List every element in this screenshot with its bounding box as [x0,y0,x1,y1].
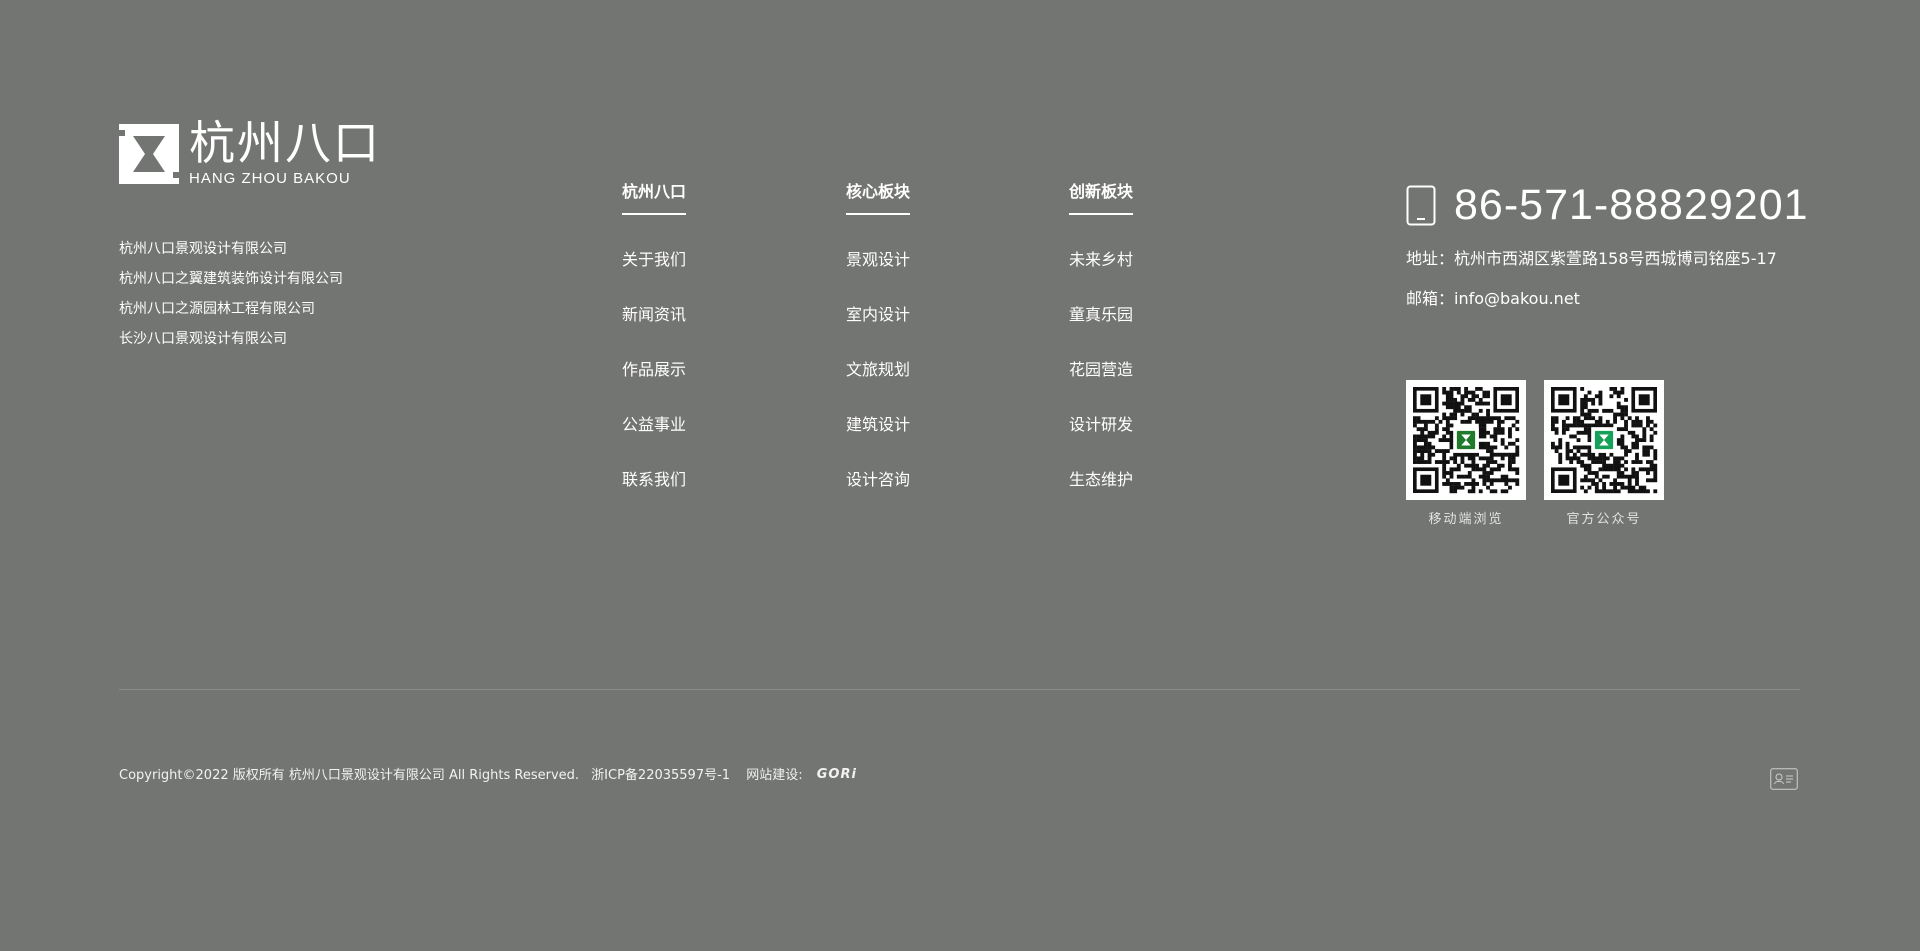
nav-link-about[interactable]: 关于我们 [604,232,704,287]
hourglass-logo-icon [119,124,179,184]
nav-link-landscape-design[interactable]: 景观设计 [828,232,928,287]
nav-list: 未来乡村 童真乐园 花园营造 设计研发 生态维护 [1051,232,1151,507]
nav-column-hangzhou-bakou: 杭州八口 关于我们 新闻资讯 作品展示 公益事业 联系我们 [604,180,704,507]
address-text: 地址：杭州市西湖区紫萱路158号西城博司铭座5-17 [1406,249,1777,268]
nav-link-tourism-planning[interactable]: 文旅规划 [828,342,928,397]
nav-list: 关于我们 新闻资讯 作品展示 公益事业 联系我们 [604,232,704,507]
mobile-phone-icon [1406,185,1436,226]
company-item: 长沙八口景观设计有限公司 [119,331,287,347]
nav-link-contact[interactable]: 联系我们 [604,452,704,507]
company-item: 杭州八口之翼建筑装饰设计有限公司 [119,271,343,287]
nav-column-core: 核心板块 景观设计 室内设计 文旅规划 建筑设计 设计咨询 [828,180,928,507]
nav-heading[interactable]: 杭州八口 [621,180,686,215]
nav-heading[interactable]: 核心板块 [845,180,910,215]
qr-caption: 移动端浏览 [1428,512,1504,527]
site-footer: 杭州八口 HANG ZHOU BAKOU 杭州八口景观设计有限公司 杭州八口之翼… [0,0,1920,951]
nav-column-innovation: 创新板块 未来乡村 童真乐园 花园营造 设计研发 生态维护 [1051,180,1151,507]
qr-code-image [1406,380,1526,500]
qr-caption: 官方公众号 [1566,512,1642,527]
phone-number: 86-571-88829201 [1454,181,1809,229]
copyright-text: Copyright©2022 版权所有 杭州八口景观设计有限公司 All Rig… [119,767,580,783]
nav-link-kids-park[interactable]: 童真乐园 [1051,287,1151,342]
company-logo[interactable]: 杭州八口 HANG ZHOU BAKOU [119,118,379,188]
qr-code-image [1544,380,1664,500]
qr-mobile: 移动端浏览 [1406,380,1526,530]
nav-list: 景观设计 室内设计 文旅规划 建筑设计 设计咨询 [828,232,928,507]
company-list: 杭州八口景观设计有限公司 杭州八口之翼建筑装饰设计有限公司 杭州八口之源园林工程… [119,234,343,354]
nav-link-interior-design[interactable]: 室内设计 [828,287,928,342]
nav-link-news[interactable]: 新闻资讯 [604,287,704,342]
builder-label: 网站建设: [746,767,803,783]
logo-english-name: HANG ZHOU BAKOU [189,170,351,187]
company-item: 杭州八口景观设计有限公司 [119,241,287,257]
company-item: 杭州八口之源园林工程有限公司 [119,301,315,317]
nav-link-design-consulting[interactable]: 设计咨询 [828,452,928,507]
nav-link-design-rd[interactable]: 设计研发 [1051,397,1151,452]
nav-link-charity[interactable]: 公益事业 [604,397,704,452]
nav-link-eco-maintenance[interactable]: 生态维护 [1051,452,1151,507]
qr-wechat: 官方公众号 [1544,380,1664,530]
logo-chinese-name: 杭州八口 [189,116,381,170]
footer-divider [119,689,1800,690]
nav-heading[interactable]: 创新板块 [1068,180,1133,215]
nav-link-architecture-design[interactable]: 建筑设计 [828,397,928,452]
copyright-bar: Copyright©2022 版权所有 杭州八口景观设计有限公司 All Rig… [119,766,863,785]
nav-link-works[interactable]: 作品展示 [604,342,704,397]
nav-link-future-village[interactable]: 未来乡村 [1051,232,1151,287]
email-text[interactable]: 邮箱：info@bakou.net [1406,287,1580,311]
builder-logo[interactable]: GORi [817,766,857,784]
icp-link[interactable]: 浙ICP备22035597号-1 [591,768,730,783]
nav-link-garden-building[interactable]: 花园营造 [1051,342,1151,397]
id-card-icon[interactable] [1770,768,1798,790]
